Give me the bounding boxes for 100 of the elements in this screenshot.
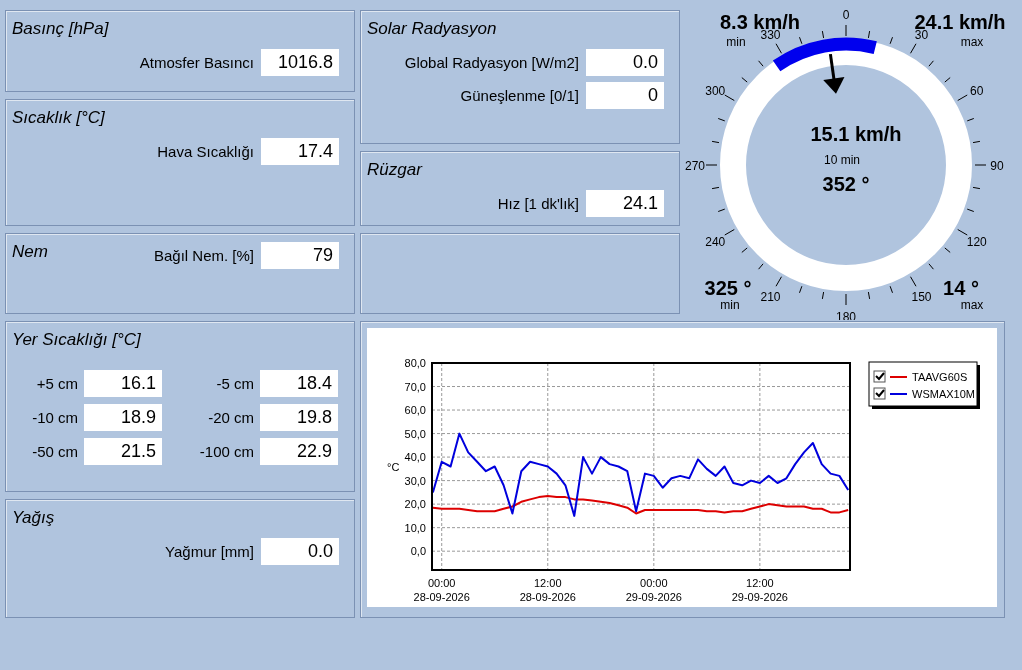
axis-tick-label: 00:00 29-09-2026 [625,577,682,603]
value-display: 18.4 [260,370,338,397]
dial-tick [867,30,871,39]
dial-tick [928,263,934,270]
axis-tick-label: 10,0 [404,521,426,534]
axis-tick-label: 70,0 [404,380,426,393]
axis-title: °C [387,461,400,473]
dial-tick [711,140,720,144]
legend-label: WSMAX10M [912,388,975,400]
legend-label: TAAVG60S [912,371,968,383]
dial-tick [966,118,975,122]
dial-label: 210 [760,289,781,304]
max-direction-reading: 14 ° [943,277,979,299]
panel-title: Yağış [11,507,56,528]
wind-direction-reading: 352 ° [822,173,870,195]
wind-speed-reading: 15.1 km/h [810,123,902,145]
dial-tick [972,186,981,190]
value-display: 0.0 [261,538,339,565]
value-display: 19.8 [260,404,338,431]
panel-title: Yer Sıcaklığı [°C] [11,329,142,350]
panel-title: Sıcaklık [°C] [11,107,106,128]
dial-label: 150 [911,289,932,304]
dial-tick [775,43,782,54]
dial-tick [724,229,735,236]
dial-label: 90 [990,159,1004,173]
legend-checkbox[interactable] [873,387,886,400]
field-label: -50 cm [31,443,78,460]
axis-tick-label: 50,0 [404,427,426,440]
dial-tick [944,77,951,83]
dial-tick [775,276,782,287]
dial-tick [910,276,917,287]
dial-tick [821,30,825,39]
field-label: Yağmur [mm] [165,543,254,560]
field-label: Güneşlenme [0/1] [460,87,579,104]
field-label: Atmosfer Basıncı [139,54,254,71]
dial-tick [741,77,748,83]
axis-tick-label: 30,0 [404,474,426,487]
dial-tick [867,291,871,300]
dial-label: 60 [970,83,984,98]
value-display: 0.0 [586,49,664,76]
dial-tick [799,285,803,294]
field-label: Bağıl Nem. [%] [153,247,254,264]
axis-tick-label: 80,0 [404,357,426,369]
max-caption: max [960,35,984,49]
value-display: 24.1 [586,190,664,217]
dial-tick [799,36,803,45]
dial-tick [845,24,847,37]
field-label: -100 cm [198,443,254,460]
max-caption: max [960,298,984,312]
min-caption: min [726,35,746,49]
dial-tick [889,285,893,294]
dial-tick [889,36,893,45]
dial-tick [957,94,968,101]
field-label: -5 cm [215,375,254,392]
dial-tick [944,247,951,253]
dial-tick [741,247,748,253]
axis-tick-label: 12:00 29-09-2026 [731,577,788,603]
value-display: 22.9 [260,438,338,465]
value-display: 79 [261,242,339,269]
dial-label: 240 [705,234,726,249]
panel-title: Nem [11,241,48,262]
dial-label: 120 [966,234,987,249]
axis-tick-label: 20,0 [404,498,426,511]
field-label: +5 cm [35,375,78,392]
field-label: -10 cm [31,409,78,426]
dial-tick [758,60,764,67]
field-label: Global Radyasyon [W/m2] [404,54,579,71]
field-label: Hız [1 dk'lık] [497,195,579,212]
period-caption: 10 min [824,153,860,167]
value-display: 16.1 [84,370,162,397]
axis-tick-label: 12:00 28-09-2026 [519,577,576,603]
legend-checkbox[interactable] [873,370,886,383]
dial-label: 300 [705,83,726,98]
dial-tick [957,229,968,236]
axis-tick-label: 60,0 [404,404,426,417]
panel-title: Rüzgar [366,159,424,180]
dial-tick [717,118,726,122]
dial-label: 270 [685,159,705,173]
dial-tick [972,140,981,144]
panel-title: Solar Radyasyon [366,18,498,39]
axis-tick-label: 00:00 28-09-2026 [413,577,470,603]
axis-tick-label: 0,0 [410,545,426,558]
dial-tick [966,208,975,212]
field-label: Hava Sıcaklığı [157,143,254,160]
value-display: 1016.8 [261,49,339,76]
value-display: 0 [586,82,664,109]
dial-tick [724,94,735,101]
dial-tick [928,60,934,67]
dial-tick [705,164,718,166]
dial-tick [711,186,720,190]
value-display: 17.4 [261,138,339,165]
dial-tick [821,291,825,300]
dial-tick [974,164,987,166]
min-direction-reading: 325 ° [704,277,752,299]
panel-title: Basınç [hPa] [11,18,110,39]
dial-tick [910,43,917,54]
dial-tick [845,293,847,306]
dial-label: 330 [760,28,781,43]
dial-tick [758,263,764,270]
min-caption: min [720,298,740,312]
